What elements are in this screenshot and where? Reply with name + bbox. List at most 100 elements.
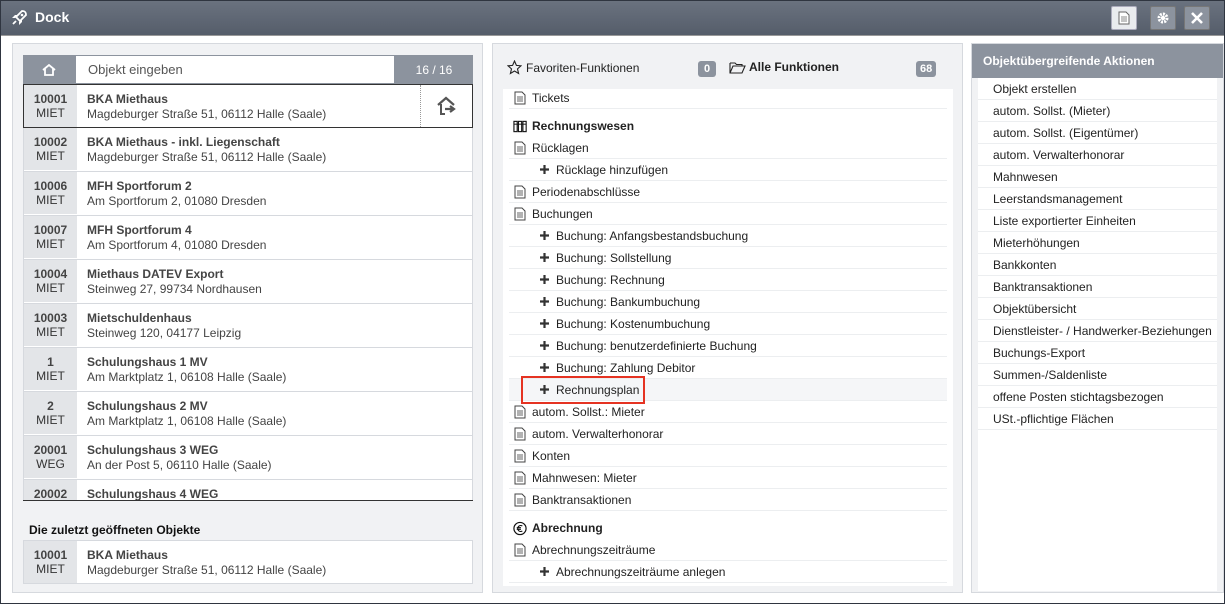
function-label: Banktransaktionen — [532, 492, 632, 507]
object-id-cell: 1 MIET — [24, 348, 77, 390]
all-functions-count-badge: 68 — [916, 61, 937, 77]
function-add-item[interactable]: Abrechnungszeiträume anlegen — [509, 561, 947, 583]
document-icon — [514, 207, 526, 220]
actions-panel: Objektübergreifende Aktionen Objekt erst… — [971, 43, 1224, 593]
function-item[interactable]: Tickets — [509, 89, 947, 109]
function-icon-wrap — [513, 471, 527, 485]
tab-all-functions[interactable]: Alle Funktionen — [729, 60, 839, 74]
folder-open-icon — [729, 61, 746, 74]
action-item[interactable]: Leerstandsmanagement — [978, 188, 1217, 210]
object-id-cell: 10001 MIET — [24, 541, 77, 583]
action-item[interactable]: Summen-/Saldenliste — [978, 364, 1217, 386]
function-item[interactable]: autom. Verwalterhonorar — [509, 423, 947, 445]
object-row[interactable]: 2 MIET Schulungshaus 2 MV Am Marktplatz 1, … — [23, 392, 473, 436]
object-row[interactable]: 10001 MIET BKA Miethaus Magdeburger Straße … — [23, 84, 473, 128]
function-label: Buchung: Sollstellung — [556, 250, 672, 265]
function-item[interactable]: Abrechnungszeiträume — [509, 539, 947, 561]
object-name: BKA Miethaus - inkl. Liegenschaft — [87, 135, 280, 149]
action-item[interactable]: Dienstleister- / Handwerker-Beziehungen — [978, 320, 1217, 342]
object-row[interactable]: 10006 MIET MFH Sportforum 2 Am Sportforum 2… — [23, 172, 473, 216]
function-add-item[interactable]: Buchung: Bankumbuchung — [509, 291, 947, 313]
object-row[interactable]: 10003 MIET Mietschuldenhaus Steinweg 120, 0… — [23, 304, 473, 348]
action-item[interactable]: Objekt erstellen — [978, 78, 1217, 100]
function-add-item[interactable]: Buchung: Anfangsbestandsbuchung — [509, 225, 947, 247]
action-item[interactable]: Banktransaktionen — [978, 276, 1217, 298]
function-list[interactable]: Tickets Rechnungswesen Rücklagen Rücklage h… — [503, 89, 953, 586]
object-row[interactable]: 1 MIET Schulungshaus 1 MV Am Marktplatz 1, … — [23, 348, 473, 392]
object-type: MIET — [36, 413, 65, 427]
function-icon-wrap — [513, 521, 527, 535]
window-title: Dock — [35, 9, 70, 25]
function-icon-wrap — [537, 163, 551, 177]
function-item[interactable]: Rücklagen — [509, 137, 947, 159]
object-row[interactable]: 20002WEG Schulungshaus 4 WEG — [23, 480, 473, 501]
action-item[interactable]: USt.-pflichtige Flächen — [978, 408, 1217, 430]
function-label: Periodenabschlüsse — [532, 184, 641, 199]
function-add-item[interactable]: Buchung: Sollstellung — [509, 247, 947, 269]
function-add-item[interactable]: Rechnungsplan — [509, 376, 947, 404]
function-item[interactable]: autom. Sollst.: Mieter — [509, 401, 947, 423]
object-row[interactable]: 10001 MIET BKA Miethaus Magdeburger Straße … — [23, 540, 473, 584]
action-item[interactable]: Liste exportierter Einheiten — [978, 210, 1217, 232]
object-name: BKA Miethaus — [87, 548, 168, 562]
gear-icon — [1157, 12, 1169, 24]
object-row[interactable]: 10002 MIET BKA Miethaus - inkl. Liegenscha… — [23, 128, 473, 172]
object-id-cell: 10006 MIET — [24, 172, 77, 214]
object-row[interactable]: 10007 MIET MFH Sportforum 4 Am Sportforum 4… — [23, 216, 473, 260]
open-object-button[interactable] — [420, 85, 472, 127]
function-add-item[interactable]: Buchung: Rechnung — [509, 269, 947, 291]
function-add-item[interactable]: Buchung: benutzerdefinierte Buchung — [509, 335, 947, 357]
object-name: Schulungshaus 3 WEG — [87, 443, 219, 457]
function-group-heading: Rechnungswesen — [509, 115, 947, 137]
action-item[interactable]: Buchungs-Export — [978, 342, 1217, 364]
object-id-cell: 10004 MIET — [24, 260, 77, 302]
close-button[interactable] — [1184, 6, 1210, 30]
action-item[interactable]: autom. Sollst. (Eigentümer) — [978, 122, 1217, 144]
function-label: Buchung: Kostenumbuchung — [556, 316, 711, 331]
action-item[interactable]: Objektübersicht — [978, 298, 1217, 320]
function-label: Abrechnung — [532, 521, 603, 535]
function-label: Konten — [532, 448, 571, 463]
action-item[interactable]: offene Posten stichtagsbezogen — [978, 386, 1217, 408]
object-id: 20002 — [33, 487, 68, 501]
object-count: 16 / 16 — [415, 62, 453, 77]
function-icon-wrap — [513, 141, 527, 155]
action-item[interactable]: Mieterhöhungen — [978, 232, 1217, 254]
document-icon — [514, 91, 526, 104]
function-add-item[interactable]: Buchung: Kostenumbuchung — [509, 313, 947, 335]
object-type: MIET — [36, 369, 65, 383]
object-row[interactable]: 20001 WEG Schulungshaus 3 WEG An der Post 5… — [23, 436, 473, 480]
function-item[interactable]: Mahnwesen: Mieter — [509, 467, 947, 489]
function-item[interactable]: Buchungen — [509, 203, 947, 225]
star-icon — [507, 60, 522, 75]
action-item[interactable]: Bankkonten — [978, 254, 1217, 276]
object-name: Mietschuldenhaus — [87, 311, 192, 325]
home-button[interactable] — [23, 55, 75, 84]
object-id-cell: 2 MIET — [24, 392, 77, 434]
object-type: WEG — [36, 457, 65, 471]
action-item[interactable]: Mahnwesen — [978, 166, 1217, 188]
tab-favorites[interactable]: Favoriten-Funktionen — [507, 60, 639, 75]
object-id: 10004 — [33, 267, 68, 281]
object-row[interactable]: 10004 MIET Miethaus DATEV Export Steinweg 2… — [23, 260, 473, 304]
settings-button[interactable] — [1150, 6, 1176, 30]
document-button[interactable] — [1111, 6, 1137, 30]
function-label: Buchung: Bankumbuchung — [556, 294, 701, 309]
object-id: 10002 — [33, 135, 68, 149]
function-icon-wrap — [537, 565, 551, 579]
action-item[interactable]: autom. Sollst. (Mieter) — [978, 100, 1217, 122]
title-bar[interactable]: Dock — [1, 1, 1224, 35]
function-item[interactable]: Periodenabschlüsse — [509, 181, 947, 203]
function-item[interactable]: Banktransaktionen — [509, 489, 947, 511]
function-icon-wrap — [513, 543, 527, 557]
recent-objects-heading: Die zuletzt geöffneten Objekte — [29, 523, 201, 537]
function-item[interactable]: Betriebskostenabrechnung — [509, 583, 947, 586]
function-add-item[interactable]: Rücklage hinzufügen — [509, 159, 947, 181]
action-item[interactable]: autom. Verwalterhonorar — [978, 144, 1217, 166]
function-icon-wrap — [537, 273, 551, 287]
function-item[interactable]: Konten — [509, 445, 947, 467]
dock-window: Dock 16 / 16 10001MIETBKA MiethausMagdeb… — [0, 0, 1225, 604]
object-search-input[interactable] — [75, 55, 395, 84]
function-label: Abrechnungszeiträume anlegen — [556, 564, 726, 579]
object-list[interactable]: 10001 MIET BKA Miethaus Magdeburger Straße … — [23, 84, 473, 501]
